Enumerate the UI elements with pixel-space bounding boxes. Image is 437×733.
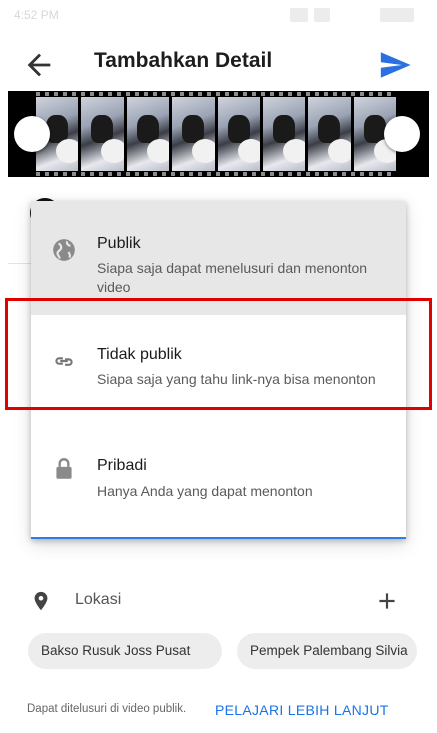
video-trim-filmstrip[interactable] <box>8 91 429 177</box>
link-icon <box>55 357 73 366</box>
page-title: Tambahkan Detail <box>94 49 273 72</box>
visibility-option-description: Hanya Anda yang dapat menonton <box>97 483 313 499</box>
visibility-menu: Publik Siapa saja dapat menelusuri dan m… <box>31 201 406 539</box>
filmstrip-frames <box>36 97 396 171</box>
trim-handle-left[interactable] <box>14 116 50 152</box>
visibility-footer-note: Dapat ditelusuri di video publik. <box>27 703 187 715</box>
visibility-option-description: Siapa saja yang tahu link-nya bisa menon… <box>97 371 376 387</box>
video-frame-thumbnail <box>126 97 170 171</box>
filmstrip-sprocket-bottom <box>36 172 396 176</box>
send-icon[interactable] <box>378 48 412 82</box>
location-pin-icon <box>34 591 48 611</box>
visibility-option-private[interactable]: Pribadi Hanya Anda yang dapat menonton <box>31 425 406 537</box>
visibility-option-unlisted[interactable]: Tidak publik Siapa saja yang tahu link-n… <box>31 315 406 425</box>
video-frame-thumbnail <box>262 97 306 171</box>
location-suggestion-chip[interactable]: Bakso Rusuk Joss Pusat <box>28 633 222 669</box>
status-time: 4:52 PM <box>14 8 59 22</box>
status-bar: 4:52 PM <box>0 0 437 32</box>
battery-icon <box>380 8 414 22</box>
video-frame-thumbnail <box>308 97 351 171</box>
visibility-option-description: Siapa saja dapat menelusuri dan menonton… <box>97 260 368 295</box>
location-label[interactable]: Lokasi <box>75 591 121 609</box>
app-header: Tambahkan Detail <box>0 32 437 92</box>
visibility-option-title: Publik <box>97 235 141 252</box>
globe-icon <box>53 239 75 261</box>
trim-handle-right[interactable] <box>384 116 420 152</box>
plus-icon[interactable] <box>374 588 400 614</box>
visibility-option-public[interactable]: Publik Siapa saja dapat menelusuri dan m… <box>31 201 406 315</box>
video-frame-thumbnail <box>81 97 124 171</box>
arrow-left-icon[interactable] <box>22 48 56 82</box>
lock-icon <box>56 458 72 479</box>
signal-icon <box>290 8 308 22</box>
video-frame-thumbnail <box>172 97 215 171</box>
video-frame-thumbnail <box>217 97 260 171</box>
visibility-option-title: Pribadi <box>97 457 147 474</box>
learn-more-link[interactable]: PELAJARI LEBIH LANJUT <box>215 702 389 718</box>
visibility-option-title: Tidak publik <box>97 346 182 363</box>
wifi-icon <box>314 8 330 22</box>
location-suggestion-chip[interactable]: Pempek Palembang Silvia <box>237 633 417 669</box>
filmstrip-sprocket-top <box>36 92 396 96</box>
